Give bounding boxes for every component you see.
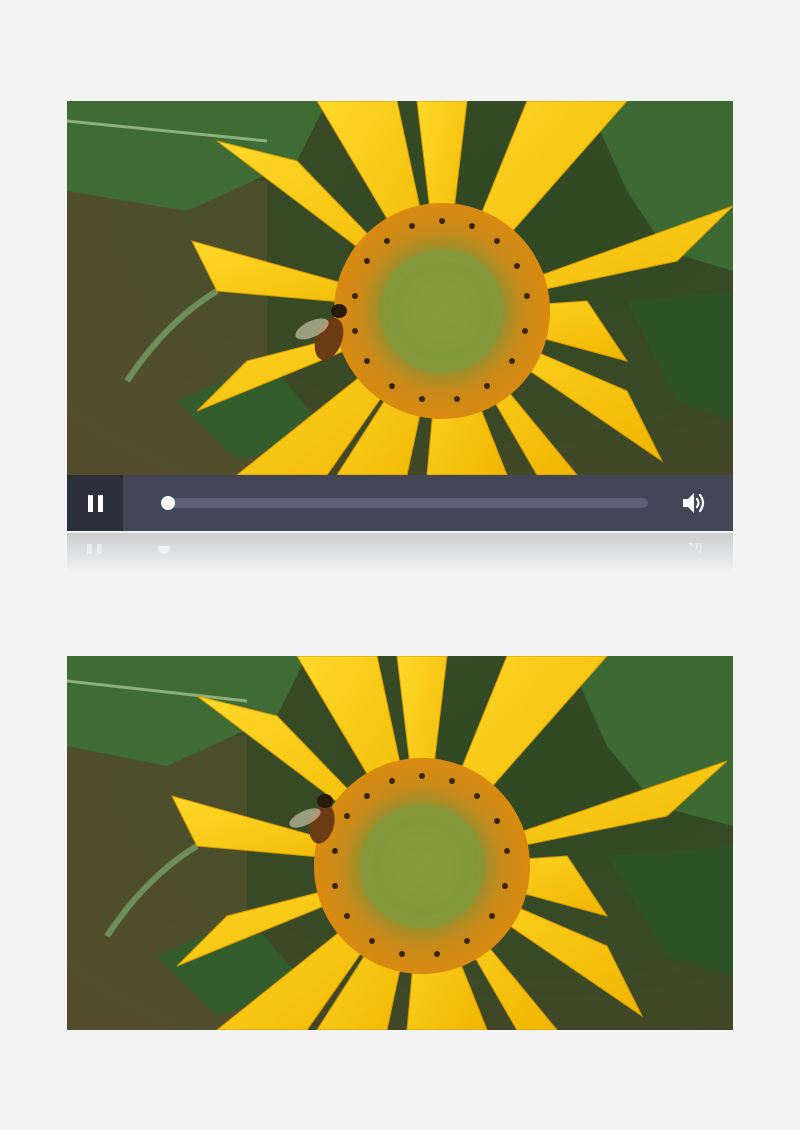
volume-icon[interactable] — [680, 489, 708, 517]
pause-icon-reflection — [87, 544, 102, 554]
video-controls — [67, 475, 733, 531]
pause-button[interactable] — [67, 475, 123, 531]
volume-icon-reflection — [684, 543, 702, 554]
knob-reflection — [158, 546, 170, 554]
sunflower-image — [67, 101, 733, 475]
video-frame[interactable] — [67, 101, 733, 475]
video-frame-preview — [67, 656, 733, 1030]
sunflower-image — [67, 656, 733, 1030]
controls-reflection — [67, 533, 733, 573]
progress-knob[interactable] — [161, 496, 175, 510]
progress-bar[interactable] — [161, 496, 648, 510]
pause-icon — [87, 494, 103, 512]
